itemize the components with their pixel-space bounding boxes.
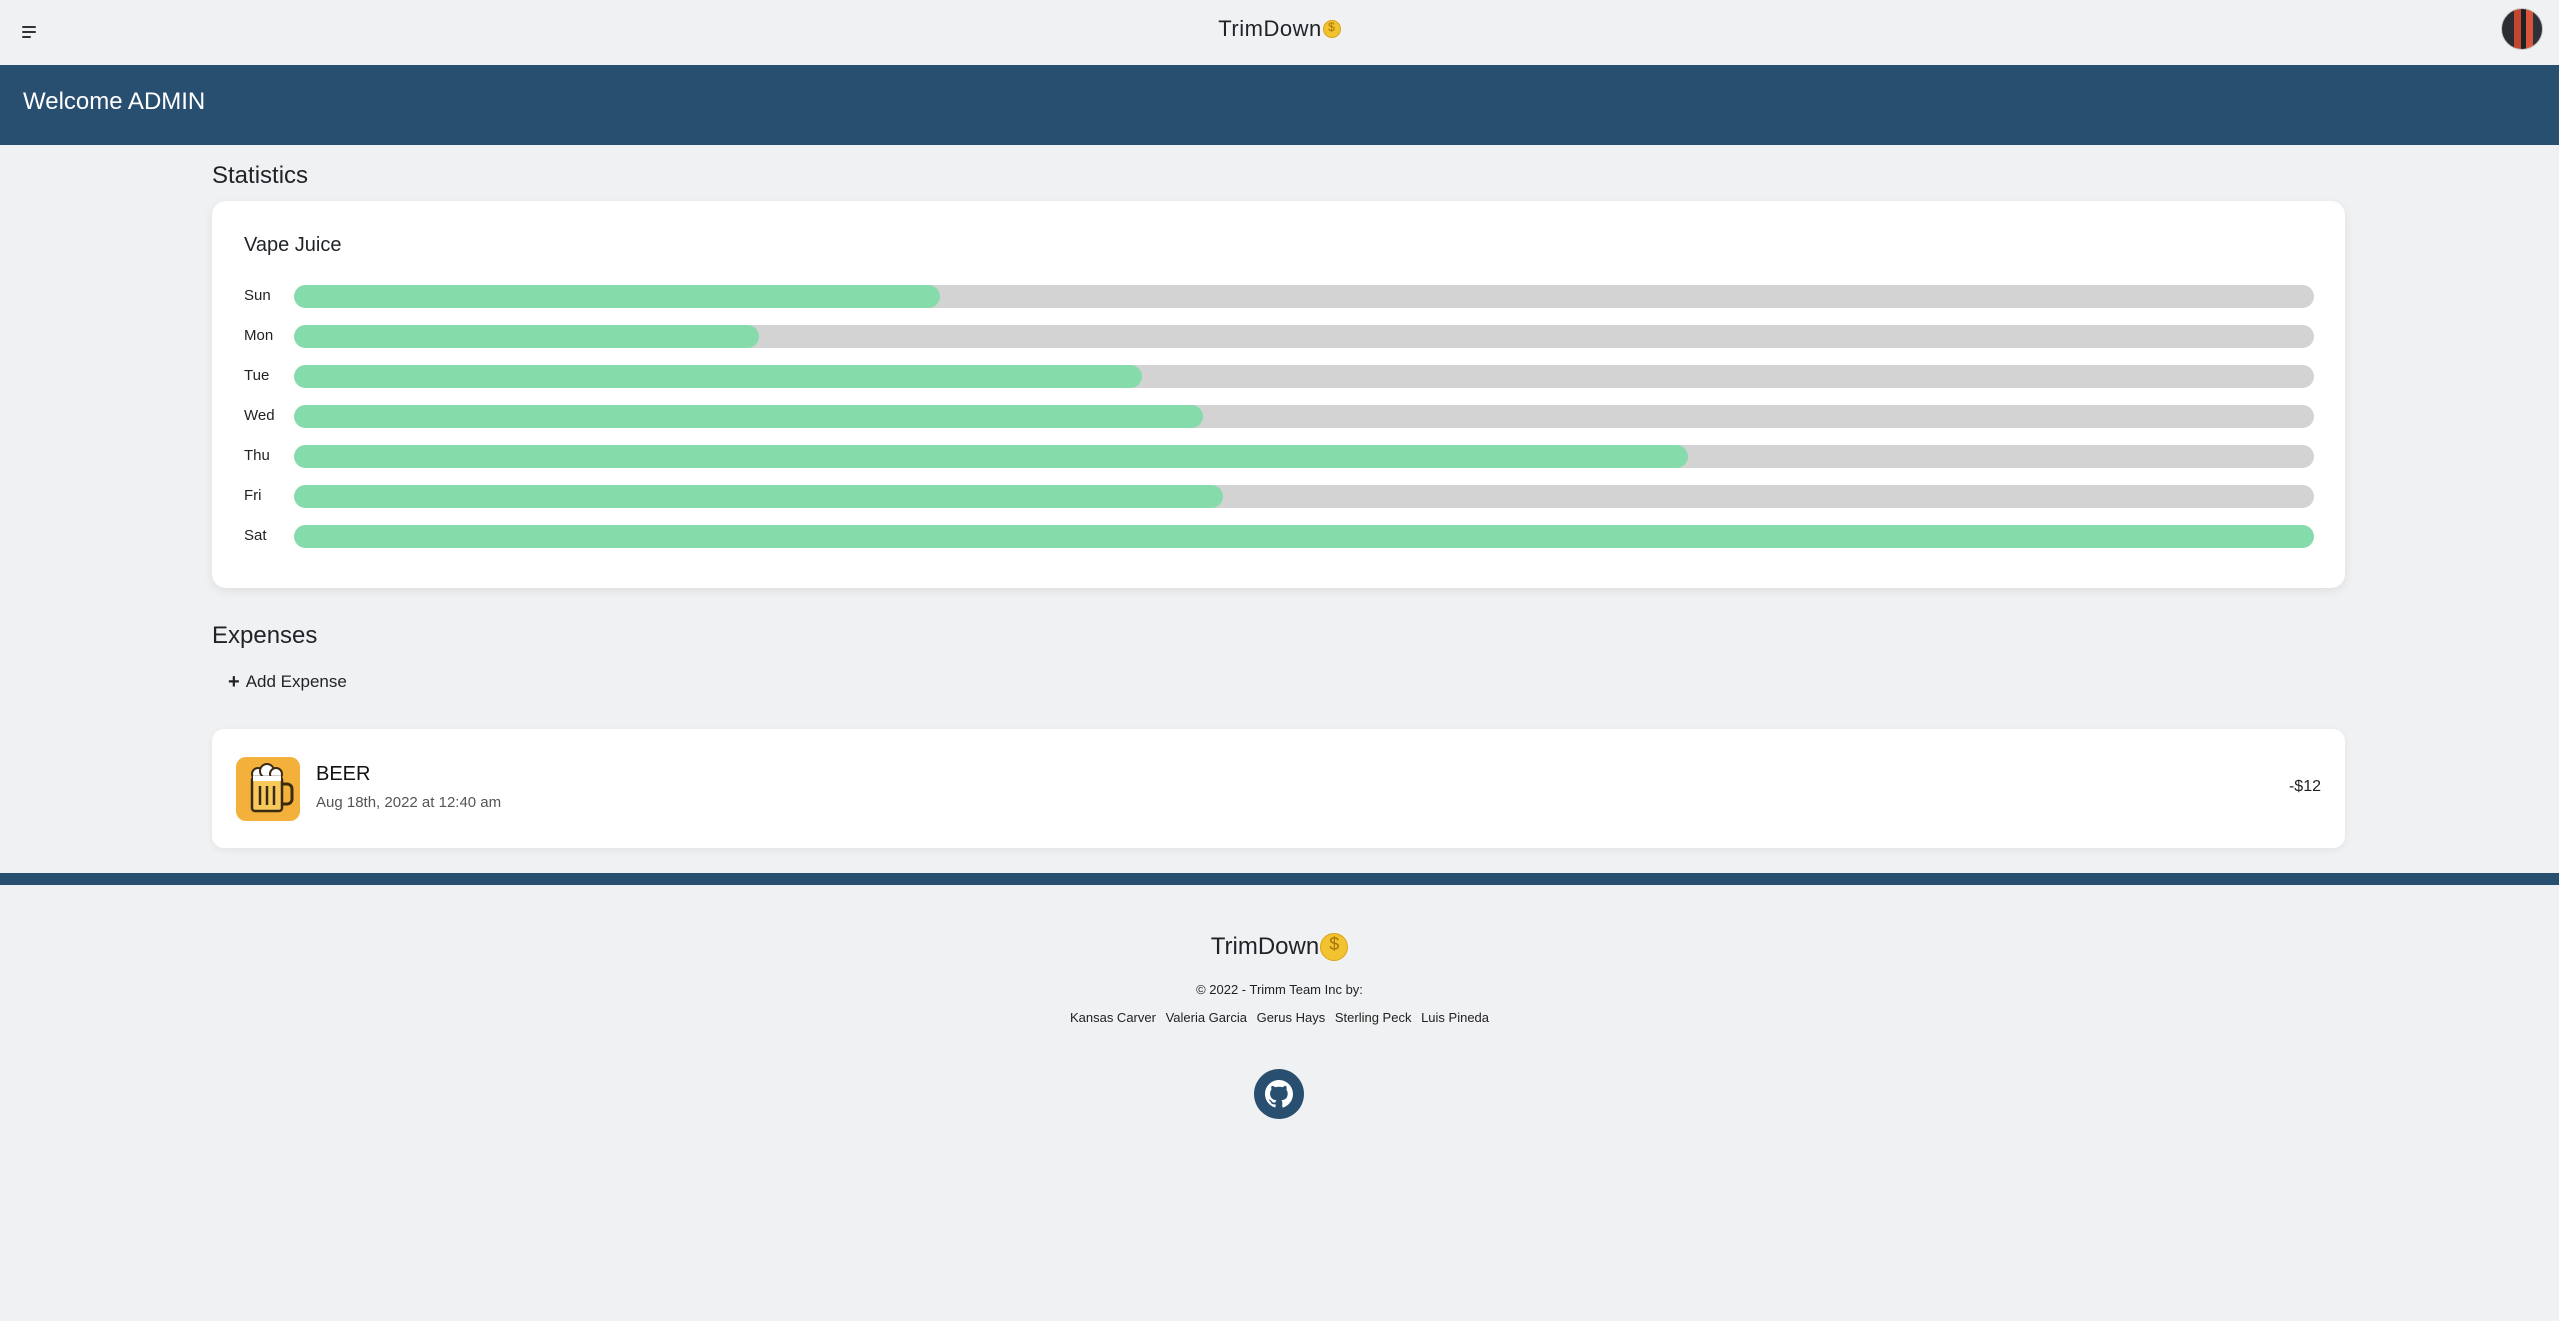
top-navbar: TrimDown <box>0 0 2559 64</box>
bar-row-sat: Sat <box>244 525 2314 549</box>
bar-track <box>294 325 2314 348</box>
bar-fill <box>294 325 759 348</box>
beer-mug-icon <box>236 757 300 821</box>
statistics-card: Vape Juice Sun Mon Tue Wed Thu Fri Sat <box>212 201 2345 588</box>
bar-label: Mon <box>244 327 274 344</box>
expense-item[interactable]: BEER Aug 18th, 2022 at 12:40 am -$12 <box>212 729 2345 848</box>
github-icon[interactable] <box>1254 1069 1304 1119</box>
team-list: Kansas Carver Valeria Garcia Gerus Hays … <box>0 1010 2559 1025</box>
bar-row-mon: Mon <box>244 325 2314 349</box>
bar-track <box>294 525 2314 548</box>
team-member: Sterling Peck <box>1334 1010 1412 1025</box>
bar-label: Tue <box>244 367 270 384</box>
bar-fill <box>294 405 1203 428</box>
welcome-banner: Welcome ADMIN <box>0 65 2559 145</box>
app-logo[interactable]: TrimDown <box>0 16 2559 42</box>
statistics-title: Statistics <box>212 162 309 189</box>
bar-label: Sun <box>244 287 271 304</box>
bar-track <box>294 485 2314 508</box>
bar-row-sun: Sun <box>244 285 2314 309</box>
add-expense-label: Add Expense <box>245 672 347 691</box>
bar-track <box>294 445 2314 468</box>
footer-divider <box>0 873 2559 885</box>
copyright-text: © 2022 - Trimm Team Inc by: <box>1196 982 1363 997</box>
bar-fill <box>294 365 1143 388</box>
bar-label: Fri <box>244 487 262 504</box>
bar-track <box>294 285 2314 308</box>
team-member: Valeria Garcia <box>1165 1010 1247 1025</box>
team-member: Gerus Hays <box>1256 1010 1326 1025</box>
expense-name: BEER <box>316 763 371 785</box>
coin-icon <box>1320 933 1349 961</box>
bar-fill <box>294 485 1224 508</box>
bar-row-thu: Thu <box>244 445 2314 469</box>
bar-label: Thu <box>244 447 270 464</box>
bar-track <box>294 365 2314 388</box>
bar-row-wed: Wed <box>244 405 2314 429</box>
footer-logo: TrimDown <box>0 933 2559 961</box>
bar-label: Wed <box>244 407 275 424</box>
expenses-title: Expenses <box>212 622 318 649</box>
footer-title: TrimDown <box>1210 933 1320 960</box>
bar-fill <box>294 525 2314 548</box>
add-expense-button[interactable]: + Add Expense <box>228 672 347 692</box>
expense-amount: -$12 <box>2288 778 2321 795</box>
bar-fill <box>294 285 941 308</box>
bar-row-fri: Fri <box>244 485 2314 509</box>
bar-row-tue: Tue <box>244 365 2314 389</box>
app-title: TrimDown <box>1218 16 1322 41</box>
user-avatar[interactable] <box>2501 8 2543 50</box>
welcome-text: Welcome ADMIN <box>23 88 206 115</box>
bar-fill <box>294 445 1688 468</box>
bar-label: Sat <box>244 527 267 544</box>
plus-icon: + <box>228 671 240 693</box>
chart-title: Vape Juice <box>244 234 342 256</box>
team-member: Kansas Carver <box>1069 1010 1156 1025</box>
coin-icon <box>1322 20 1341 38</box>
expense-date: Aug 18th, 2022 at 12:40 am <box>316 794 502 811</box>
bar-track <box>294 405 2314 428</box>
team-member: Luis Pineda <box>1421 1010 1490 1025</box>
